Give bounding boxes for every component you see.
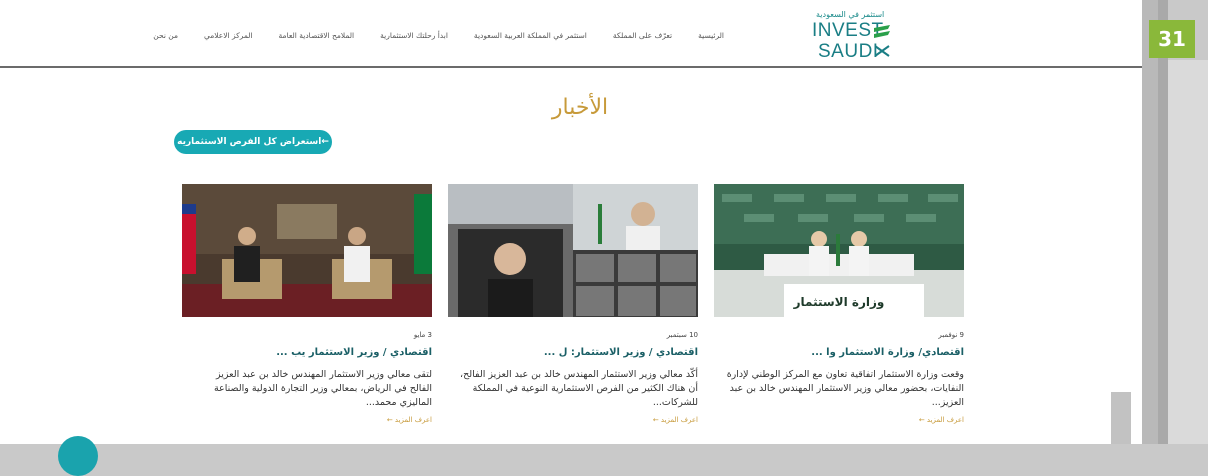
news-image-signing[interactable]: وزارة الاستثمار [714, 184, 964, 317]
news-excerpt: لتقى معالي وزير الاستثمار المهندس خالد ب… [213, 369, 432, 408]
gray-block [1111, 392, 1131, 444]
news-excerpt: وقعت وزارة الاستثمار اتفاقية تعاون مع ال… [726, 369, 964, 408]
ministry-sign-text: وزارة الاستثمار [793, 295, 885, 310]
view-all-opportunities-button[interactable]: استعراض كل الفرص الاستثماريه← [174, 130, 332, 154]
news-excerpt: أكّد معالي وزير الاستثمار المهندس خالد ب… [460, 369, 698, 408]
nav-item[interactable]: تعرّف على المملكة [613, 31, 672, 40]
read-more-link[interactable]: اعرف المزيد ← [714, 416, 964, 424]
nav-item[interactable]: ابدأ رحلتك الاستثمارية [380, 31, 448, 40]
logo-arabic-text: استثمر في السعودية [816, 10, 885, 19]
news-date: 10 سبتمبر [666, 331, 698, 339]
browser-page: الرئيسية تعرّف على المملكة استثمر في الممل… [0, 0, 1143, 476]
nav-item[interactable]: من نحن [153, 31, 178, 40]
news-title[interactable]: اقتصادي / وزير الاستثمار يب ... [182, 347, 432, 358]
page-title: الأخبار [551, 95, 609, 120]
nav-item[interactable]: المركز الاعلامي [204, 31, 253, 40]
slide-shadow [1142, 0, 1158, 444]
main-nav: الرئيسية تعرّف على المملكة استثمر في الممل… [127, 31, 724, 40]
floating-chat-button[interactable] [58, 436, 98, 476]
site-header: الرئيسية تعرّف على المملكة استثمر في الممل… [0, 0, 1142, 68]
news-image-meeting[interactable] [182, 184, 432, 317]
nav-item[interactable]: الملامح الاقتصادية العامة [279, 31, 355, 40]
slide-shadow [1158, 0, 1168, 444]
page-number-badge: 31 [1149, 20, 1195, 58]
news-title[interactable]: اقتصادي / وزير الاستثمار: ل ... [448, 347, 698, 358]
logo-line2: SAUDI [818, 41, 879, 62]
read-more-link[interactable]: اعرف المزيد ← [182, 416, 432, 424]
invest-saudi-logo[interactable]: استثمر في السعودية INVEST SAUDI [812, 10, 890, 62]
news-card[interactable]: 10 سبتمبر اقتصادي / وزير الاستثمار: ل ..… [448, 184, 698, 424]
read-more-link[interactable]: اعرف المزيد ← [448, 416, 698, 424]
nav-item[interactable]: استثمر في المملكة العربية السعودية [474, 31, 587, 40]
news-card[interactable]: وزارة الاستثمار 9 نوفمبر اقتصادي/ وزارة … [714, 184, 964, 424]
news-title[interactable]: اقتصادي/ وزارة الاستثمار وا ... [714, 347, 964, 358]
slide-shadow [1168, 60, 1208, 444]
news-date: 9 نوفمبر [938, 331, 964, 339]
nav-item[interactable]: الرئيسية [698, 31, 724, 40]
news-card[interactable]: 3 مايو اقتصادي / وزير الاستثمار يب ... ل… [182, 184, 432, 424]
news-date: 3 مايو [413, 331, 432, 339]
news-image-videocall[interactable] [448, 184, 698, 317]
logo-mark-icon [874, 25, 890, 57]
